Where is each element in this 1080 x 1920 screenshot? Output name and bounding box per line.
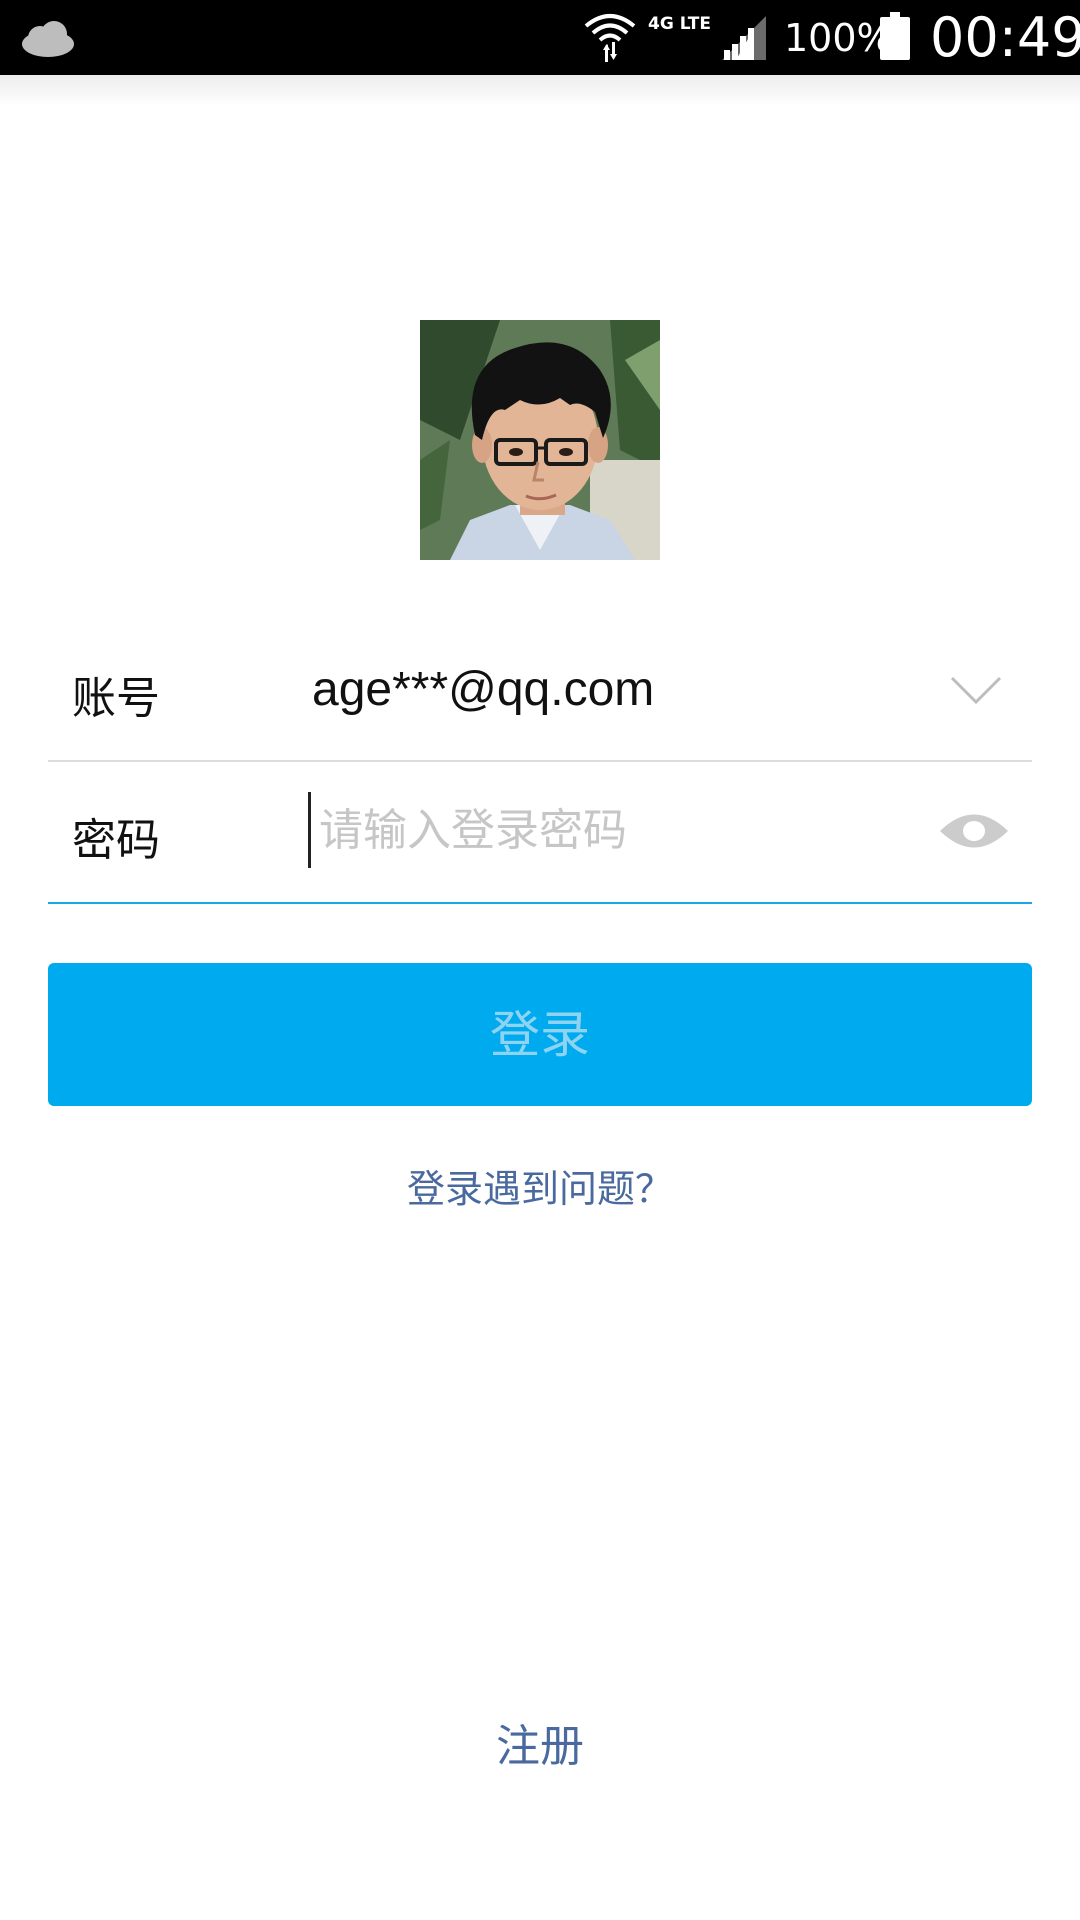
- password-input[interactable]: [308, 792, 919, 868]
- status-bar: 4G LTE 100% 00:49: [0, 0, 1080, 75]
- battery-icon: [880, 12, 910, 60]
- signal-icon: [722, 16, 766, 60]
- cloud-icon: [22, 21, 74, 57]
- user-avatar[interactable]: [420, 320, 660, 560]
- wifi-icon: [584, 14, 636, 62]
- chevron-down-icon[interactable]: [948, 670, 1004, 710]
- login-trouble-link[interactable]: 登录遇到问题？: [0, 1158, 1080, 1213]
- status-shadow: [0, 75, 1080, 105]
- login-button[interactable]: 登录: [48, 963, 1032, 1106]
- account-label: 账号: [72, 673, 160, 724]
- password-label: 密码: [72, 815, 160, 866]
- network-type: 4G LTE: [648, 14, 711, 34]
- password-row: 密码: [48, 762, 1032, 904]
- account-value[interactable]: age***@qq.com: [312, 662, 654, 717]
- avatar-photo: [420, 320, 660, 560]
- account-row: 账号 age***@qq.com: [48, 620, 1032, 762]
- register-link[interactable]: 注册: [0, 1710, 1080, 1774]
- eye-icon[interactable]: [938, 806, 1010, 856]
- battery-percent: 100%: [784, 16, 893, 60]
- status-clock: 00:49: [930, 6, 1080, 69]
- login-screen: 4G LTE 100% 00:49 账号 age***@qq.com 密码 登录…: [0, 0, 1080, 1920]
